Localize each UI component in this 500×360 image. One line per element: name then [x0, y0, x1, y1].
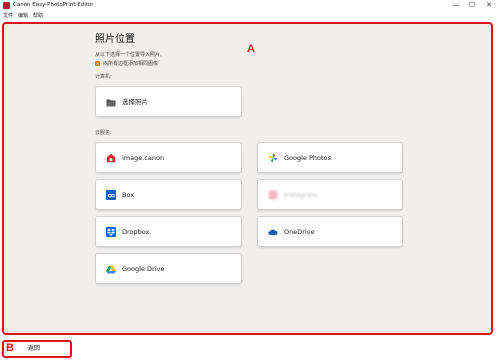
cloud-section-label: 云服务:: [95, 130, 112, 136]
box-label: Box: [122, 191, 135, 199]
instagram-label: Instagram: [284, 191, 318, 199]
menu-bar: 文件 编辑 帮助: [0, 12, 500, 21]
callout-b-label: B: [6, 342, 14, 354]
title-bar: Canon Easy-PhotoPrint Editor — ☐ ✕: [0, 0, 500, 12]
google-drive-label: Google Drive: [122, 265, 165, 273]
image-canon-icon: [106, 153, 116, 163]
google-photos-label: Google Photos: [284, 154, 331, 162]
onedrive-card[interactable]: OneDrive: [257, 216, 403, 247]
close-button[interactable]: ✕: [484, 1, 494, 10]
app-icon: [3, 2, 10, 9]
box-icon: [106, 190, 116, 200]
image-canon-label: image.canon: [122, 154, 165, 162]
minimize-button[interactable]: —: [451, 1, 461, 10]
back-button[interactable]: 返回: [28, 345, 40, 353]
select-photos-label: 选择照片: [122, 98, 148, 106]
google-photos-card[interactable]: Google Photos: [257, 142, 403, 173]
image-canon-card[interactable]: image.canon: [95, 142, 242, 173]
select-photos-card[interactable]: 选择照片: [95, 86, 242, 117]
dropbox-card[interactable]: Dropbox: [95, 216, 242, 247]
onedrive-icon: [268, 227, 278, 237]
callout-a-frame: [2, 22, 493, 335]
maximize-button[interactable]: ☐: [467, 1, 477, 10]
dropbox-label: Dropbox: [122, 228, 150, 236]
menu-file[interactable]: 文件: [3, 12, 13, 21]
google-drive-card[interactable]: Google Drive: [95, 253, 242, 284]
google-photos-icon: [268, 153, 278, 163]
window-title: Canon Easy-PhotoPrint Editor: [13, 2, 94, 8]
box-card[interactable]: Box: [95, 179, 242, 210]
instagram-icon: [268, 190, 278, 200]
page-subtitle: 从以下选择一个位置导入照片。: [95, 52, 166, 58]
checkbox-checked-icon[interactable]: ✓: [95, 61, 100, 66]
menu-edit[interactable]: 编辑: [18, 12, 28, 21]
menu-help[interactable]: 帮助: [33, 12, 43, 21]
folder-icon: [106, 97, 116, 107]
checkbox-label: 向所有边框添加相同图像: [103, 61, 159, 67]
instagram-card[interactable]: Instagram: [257, 179, 403, 210]
dropbox-icon: [106, 227, 116, 237]
page-title: 照片位置: [95, 34, 135, 45]
callout-a-label: A: [247, 43, 255, 55]
onedrive-label: OneDrive: [284, 228, 315, 236]
google-drive-icon: [106, 264, 116, 274]
computer-section-label: 计算机:: [95, 74, 112, 80]
